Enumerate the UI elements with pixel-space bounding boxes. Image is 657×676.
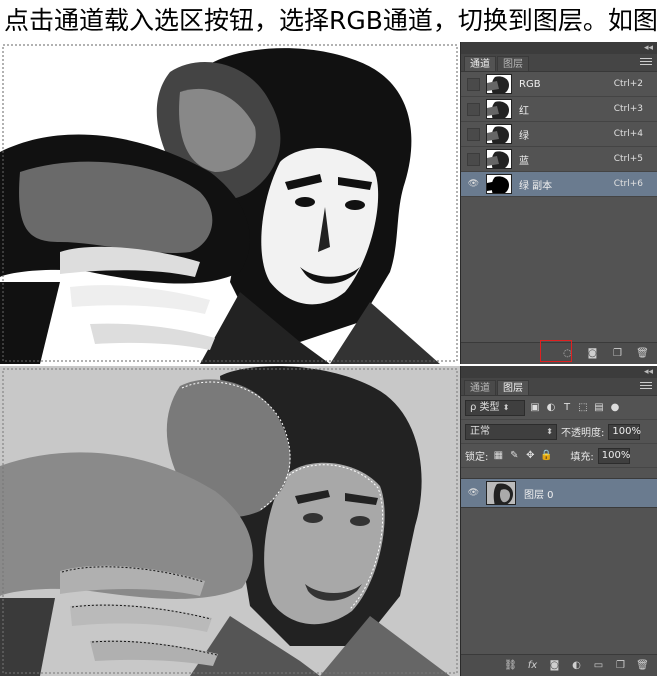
channel-row-rgb[interactable]: RGB Ctrl+2 [461, 72, 657, 97]
channels-panel: ◂◂ 通道 图层 RGB Ctrl+2 红 Ctrl+3 绿 Ctrl+4 蓝 … [460, 42, 657, 364]
chevron-down-icon: ⬍ [546, 426, 553, 436]
panel-menu-icon[interactable] [640, 382, 652, 391]
opacity-label: 不透明度: [561, 428, 605, 439]
blend-mode-select[interactable]: 正常 ⬍ [465, 423, 557, 440]
visibility-toggle[interactable] [467, 127, 480, 141]
channel-shortcut: Ctrl+6 [613, 179, 643, 189]
channel-shortcut: Ctrl+4 [613, 129, 643, 139]
layer-filter-row: ρ 类型 ⬍ ▣ ◐ T ⬚ ▤ ● [461, 396, 657, 420]
delete-icon[interactable]: 🗑 [636, 660, 649, 671]
visibility-toggle[interactable] [467, 152, 480, 166]
tab-channels[interactable]: 通道 [464, 56, 496, 71]
lock-image-icon[interactable]: ✎ [508, 450, 520, 462]
mask-icon[interactable]: ◙ [548, 660, 561, 671]
panel-menu-icon[interactable] [640, 58, 652, 67]
new-layer-icon[interactable]: ❐ [614, 660, 627, 671]
adjustment-icon[interactable]: ◐ [570, 660, 583, 671]
channel-row-green[interactable]: 绿 Ctrl+4 [461, 122, 657, 147]
channel-label: RGB [519, 78, 541, 90]
chevron-down-icon: ⬍ [502, 402, 510, 412]
fill-input[interactable]: 100% [597, 447, 630, 464]
channel-label: 绿 副本 [519, 180, 553, 192]
layers-panel: ◂◂ 通道 图层 ρ 类型 ⬍ ▣ ◐ T ⬚ ▤ ● 正常 ⬍ 不透明度: 10… [460, 366, 657, 676]
channel-thumbnail [486, 174, 512, 194]
visibility-toggle[interactable] [467, 77, 480, 91]
panel-tabs: 通道 图层 [461, 378, 657, 396]
lock-transparent-icon[interactable]: ▦ [492, 450, 504, 462]
layers-screenshot: ◂◂ 通道 图层 ρ 类型 ⬍ ▣ ◐ T ⬚ ▤ ● 正常 ⬍ 不透明度: 10… [0, 366, 657, 676]
layer-thumbnail [486, 481, 516, 505]
panel-titlebar[interactable]: ◂◂ [461, 366, 657, 378]
panel-tabs: 通道 图层 [461, 54, 657, 72]
channel-shortcut: Ctrl+3 [613, 104, 643, 114]
blend-opacity-row: 正常 ⬍ 不透明度: 100% [461, 420, 657, 444]
channel-row-green-copy[interactable]: 👁 绿 副本 Ctrl+6 [461, 172, 657, 197]
type-filter-icon[interactable]: T [561, 402, 573, 414]
eye-icon[interactable]: 👁 [467, 178, 480, 191]
filter-kind-select[interactable]: ρ 类型 ⬍ [465, 399, 525, 416]
channel-label: 绿 [519, 130, 529, 142]
channel-label: 蓝 [519, 155, 529, 167]
adjustment-filter-icon[interactable]: ◐ [545, 402, 557, 414]
lock-label: 锁定: [465, 452, 489, 463]
channel-label: 红 [519, 105, 529, 117]
new-channel-icon[interactable]: ❐ [611, 348, 624, 359]
instruction-caption: 点击通道载入选区按钮，选择RGB通道，切换到图层。如图。 [4, 6, 657, 35]
channel-shortcut: Ctrl+5 [613, 154, 643, 164]
delete-icon[interactable]: 🗑 [636, 348, 649, 359]
collapse-arrows-icon[interactable]: ◂◂ [644, 366, 653, 378]
channel-thumbnail [486, 74, 512, 94]
portrait-selection-image [0, 366, 460, 676]
panel-titlebar[interactable]: ◂◂ [461, 42, 657, 54]
opacity-input[interactable]: 100% [608, 423, 641, 440]
eye-icon[interactable]: 👁 [467, 487, 480, 500]
channel-row-red[interactable]: 红 Ctrl+3 [461, 97, 657, 122]
save-selection-icon[interactable]: ◙ [586, 348, 599, 359]
filter-toggle-icon[interactable]: ● [609, 402, 621, 414]
image-canvas-selection[interactable] [0, 366, 460, 676]
channel-thumbnail [486, 124, 512, 144]
load-selection-highlight [540, 340, 572, 362]
channel-thumbnail [486, 99, 512, 119]
portrait-threshold-image [0, 42, 460, 364]
lock-position-icon[interactable]: ✥ [524, 450, 536, 462]
channel-thumbnail [486, 149, 512, 169]
fill-label: 填充: [570, 452, 594, 463]
filter-kind-value: ρ 类型 [470, 401, 500, 413]
layer-name: 图层 0 [524, 489, 554, 501]
layers-footer: ⛓ fx ◙ ◐ ▭ ❐ 🗑 [461, 654, 657, 676]
layer-row[interactable]: 👁 图层 0 [461, 478, 657, 508]
smart-object-filter-icon[interactable]: ▤ [593, 402, 605, 414]
lock-all-icon[interactable]: 🔒 [540, 450, 552, 462]
visibility-toggle[interactable] [467, 102, 480, 116]
tab-layers[interactable]: 图层 [497, 380, 529, 395]
blend-mode-value: 正常 [470, 425, 490, 437]
channel-shortcut: Ctrl+2 [613, 79, 643, 89]
channel-row-blue[interactable]: 蓝 Ctrl+5 [461, 147, 657, 172]
channels-screenshot: ◂◂ 通道 图层 RGB Ctrl+2 红 Ctrl+3 绿 Ctrl+4 蓝 … [0, 42, 657, 364]
tab-channels[interactable]: 通道 [464, 380, 496, 395]
pixel-filter-icon[interactable]: ▣ [529, 402, 541, 414]
shape-filter-icon[interactable]: ⬚ [577, 402, 589, 414]
tab-layers[interactable]: 图层 [497, 56, 529, 71]
fx-icon[interactable]: fx [526, 660, 539, 671]
image-canvas-threshold[interactable] [0, 42, 460, 364]
lock-fill-row: 锁定: ▦ ✎ ✥ 🔒 填充: 100% [461, 444, 657, 468]
group-icon[interactable]: ▭ [592, 660, 605, 671]
collapse-arrows-icon[interactable]: ◂◂ [644, 42, 653, 54]
link-icon[interactable]: ⛓ [504, 660, 517, 671]
